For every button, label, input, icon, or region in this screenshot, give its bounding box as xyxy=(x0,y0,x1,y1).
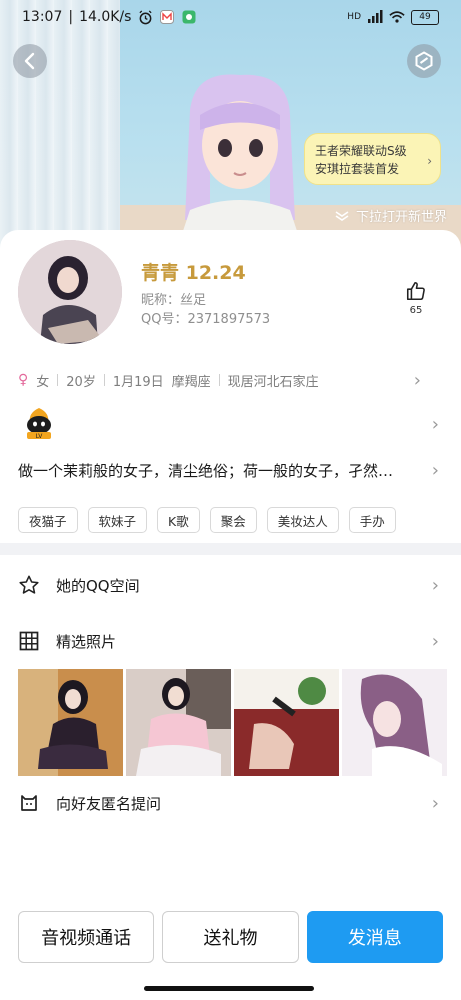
tag-item[interactable]: 聚会 xyxy=(209,507,257,533)
back-button[interactable] xyxy=(13,44,47,78)
info-birthday: 1月19日 xyxy=(112,374,164,390)
grid-icon xyxy=(18,630,40,652)
status-divider: | xyxy=(68,9,74,25)
photo-thumbnail[interactable] xyxy=(18,669,123,776)
female-icon: ♀ xyxy=(18,372,29,388)
svg-text:LV: LV xyxy=(36,433,44,440)
section-divider xyxy=(0,543,461,555)
promo-line-1: 王者荣耀联动S级 xyxy=(315,144,407,158)
info-zodiac: 摩羯座 xyxy=(171,374,211,390)
menu-item-photos[interactable]: 精选照片 › xyxy=(18,628,443,654)
interest-tags: 夜猫子 软妹子 K歌 聚会 美妆达人 手办 xyxy=(18,507,396,533)
battery-icon: 49 xyxy=(411,9,439,25)
status-bar: 13:07 | 14.0K/s HD 49 xyxy=(0,0,461,36)
chevron-right-icon: › xyxy=(431,574,439,596)
signal-icon xyxy=(367,9,383,25)
3d-avatar-figure xyxy=(180,74,300,240)
menu-item-anonymous-question[interactable]: 向好友匿名提问 › xyxy=(18,790,443,816)
tag-item[interactable]: 夜猫子 xyxy=(18,507,78,533)
shortcut-button[interactable] xyxy=(407,44,441,78)
basic-info-row[interactable]: ♀ 女 20岁 1月19日 摩羯座 现居河北石家庄 › xyxy=(18,369,443,391)
info-separator xyxy=(218,374,220,386)
photo-thumbnail[interactable] xyxy=(234,669,339,776)
info-separator xyxy=(57,374,59,386)
send-gift-button[interactable]: 送礼物 xyxy=(162,911,299,963)
bottom-action-bar: 音视频通话 送礼物 发消息 xyxy=(18,911,443,963)
profile-nickname: 昵称：丝足 xyxy=(141,293,207,308)
profile-card xyxy=(0,230,461,1000)
pull-down-hint: 下拉打开新世界 xyxy=(334,206,447,225)
chevron-right-icon: › xyxy=(427,154,432,168)
alarm-icon xyxy=(137,9,153,25)
featured-photos xyxy=(18,669,447,776)
pull-down-hint-text: 下拉打开新世界 xyxy=(355,210,447,225)
chevron-right-icon: › xyxy=(413,369,421,391)
avatar[interactable] xyxy=(18,240,122,344)
hd-icon: HD xyxy=(347,12,361,22)
double-chevron-down-icon xyxy=(335,210,349,221)
promo-bubble[interactable]: 王者荣耀联动S级 安琪拉套装首发 › xyxy=(304,133,441,185)
like-count: 65 xyxy=(409,305,423,316)
star-icon xyxy=(18,574,40,596)
profile-qq-number[interactable]: QQ号：2371897573 xyxy=(141,308,270,327)
home-indicator[interactable] xyxy=(144,986,314,991)
signature-text[interactable]: 做一个茉莉般的女子，清尘绝俗；荷一般的女子，孑然… xyxy=(18,460,418,484)
thumbs-up-icon xyxy=(406,281,425,301)
info-location: 现居河北石家庄 xyxy=(227,374,319,390)
info-age: 20岁 xyxy=(66,374,96,390)
tag-item[interactable]: 手办 xyxy=(348,507,396,533)
send-message-button[interactable]: 发消息 xyxy=(306,911,443,963)
photo-thumbnail[interactable] xyxy=(126,669,231,776)
tag-item[interactable]: 软妹子 xyxy=(87,507,148,533)
menu-item-label: 精选照片 xyxy=(56,632,117,651)
like-button[interactable]: 65 xyxy=(404,280,428,316)
info-gender: 女 xyxy=(36,374,50,390)
tag-item[interactable]: K歌 xyxy=(157,507,200,533)
hero-banner[interactable]: 13:07 | 14.0K/s HD 49 王者荣耀联动S级 安琪拉套装首发 ›… xyxy=(0,0,461,262)
tag-item[interactable]: 美妆达人 xyxy=(266,507,339,533)
profile-name: 青青 12.24 xyxy=(141,262,246,284)
info-separator xyxy=(103,374,105,386)
wifi-icon xyxy=(389,9,405,25)
avatar-photo xyxy=(18,240,122,344)
promo-line-2: 安琪拉套装首发 xyxy=(315,162,400,176)
status-time: 13:07 xyxy=(22,9,63,25)
cat-face-icon xyxy=(18,792,40,814)
app-notification-icon xyxy=(181,9,197,25)
chevron-right-icon[interactable]: › xyxy=(432,460,439,481)
curtain-decor xyxy=(0,0,120,262)
video-call-button[interactable]: 音视频通话 xyxy=(18,911,155,963)
menu-item-qzone[interactable]: 她的QQ空间 › xyxy=(18,572,443,598)
menu-item-label: 她的QQ空间 xyxy=(56,576,140,595)
hexagon-icon xyxy=(415,51,433,71)
chevron-left-icon xyxy=(24,52,35,70)
chevron-right-icon: › xyxy=(431,630,439,652)
status-speed: 14.0K/s xyxy=(79,9,132,25)
photo-thumbnail[interactable] xyxy=(342,669,447,776)
chevron-right-icon: › xyxy=(431,792,439,814)
chevron-right-icon[interactable]: › xyxy=(432,414,439,435)
level-badge-icon[interactable]: LV xyxy=(22,405,56,441)
menu-item-label: 向好友匿名提问 xyxy=(56,794,162,813)
mail-app-icon xyxy=(159,9,175,25)
